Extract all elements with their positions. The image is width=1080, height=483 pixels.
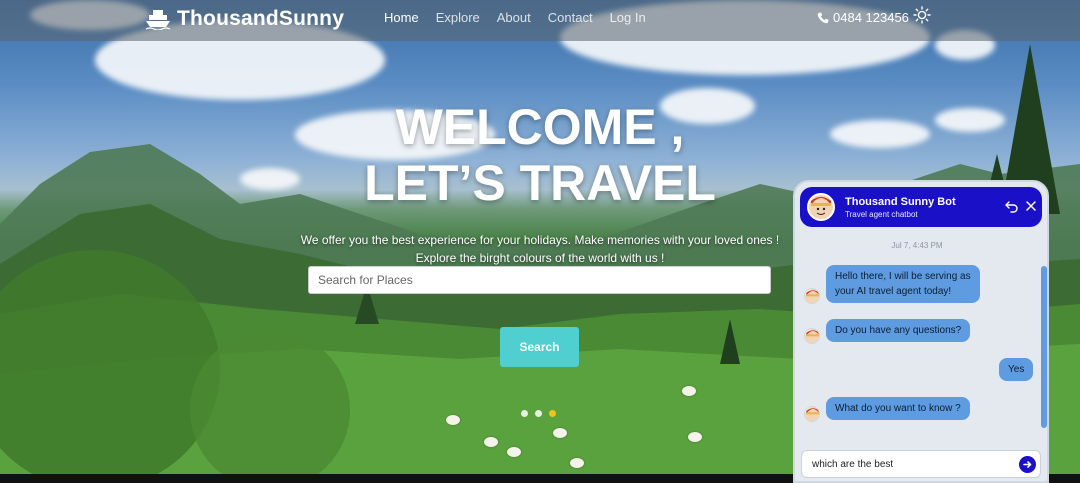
bot-avatar-image [805, 289, 819, 303]
nav-link-explore[interactable]: Explore [436, 10, 480, 25]
bot-message-avatar [804, 406, 820, 422]
brand-name: ThousandSunny [177, 7, 345, 30]
flower [570, 458, 584, 468]
close-icon[interactable] [1024, 199, 1038, 213]
chat-header: Thousand Sunny Bot Travel agent chatbot [800, 187, 1042, 227]
flower [446, 415, 460, 425]
top-navbar: ThousandSunny Home Explore About Contact… [0, 0, 1080, 41]
flower [688, 432, 702, 442]
nav-link-login[interactable]: Log In [610, 10, 646, 25]
sun-icon[interactable] [913, 6, 931, 24]
carousel-dot[interactable] [535, 410, 542, 417]
nav-link-contact[interactable]: Contact [548, 10, 593, 25]
phone-icon [817, 12, 829, 23]
carousel-dot[interactable] [521, 410, 528, 417]
carousel-indicators [521, 410, 556, 417]
chat-input-container [801, 450, 1041, 478]
carousel-dot-active[interactable] [549, 410, 556, 417]
send-arrow-icon [1023, 461, 1032, 468]
chat-scrollbar[interactable] [1041, 266, 1047, 428]
brand-logo[interactable]: ThousandSunny [145, 7, 344, 31]
flower [484, 437, 498, 447]
undo-icon[interactable] [1005, 199, 1019, 213]
bot-avatar-image [809, 195, 833, 219]
chatbot-widget: Thousand Sunny Bot Travel agent chatbot … [793, 180, 1049, 483]
ship-icon [145, 10, 171, 30]
phone-number: 0484 123456 [833, 10, 909, 25]
chat-message-input[interactable] [802, 451, 1012, 477]
flower [553, 428, 567, 438]
bot-role: Travel agent chatbot [845, 210, 918, 219]
pine-tree [720, 319, 740, 364]
bot-avatar-image [805, 407, 819, 421]
bot-message-avatar [804, 288, 820, 304]
message-line: your AI travel agent today! [835, 286, 952, 297]
search-button[interactable]: Search [500, 327, 579, 367]
bot-message: Hello there, I will be serving as your A… [826, 265, 980, 303]
bot-message: What do you want to know ? [826, 397, 970, 420]
message-line: Do you have any questions? [835, 325, 962, 336]
flower [682, 386, 696, 396]
flower [507, 447, 521, 457]
send-button[interactable] [1019, 456, 1036, 473]
bot-avatar-image [805, 329, 819, 343]
nav-links: Home Explore About Contact Log In [384, 10, 663, 25]
message-line: Hello there, I will be serving as [835, 271, 971, 282]
chat-timestamp: Jul 7, 4:43 PM [891, 241, 943, 250]
user-message: Yes [999, 358, 1034, 381]
bot-name: Thousand Sunny Bot [845, 196, 956, 208]
search-places-input[interactable] [308, 266, 771, 294]
nav-link-home[interactable]: Home [384, 10, 419, 25]
nav-link-about[interactable]: About [497, 10, 531, 25]
bot-message: Do you have any questions? [826, 319, 971, 342]
bot-message-avatar [804, 328, 820, 344]
bot-avatar [807, 193, 835, 221]
phone-contact[interactable]: 0484 123456 [817, 10, 909, 25]
message-line: Yes [1008, 364, 1025, 375]
message-line: What do you want to know ? [835, 403, 961, 414]
hero-headline-line-1: WELCOME , [395, 99, 685, 155]
